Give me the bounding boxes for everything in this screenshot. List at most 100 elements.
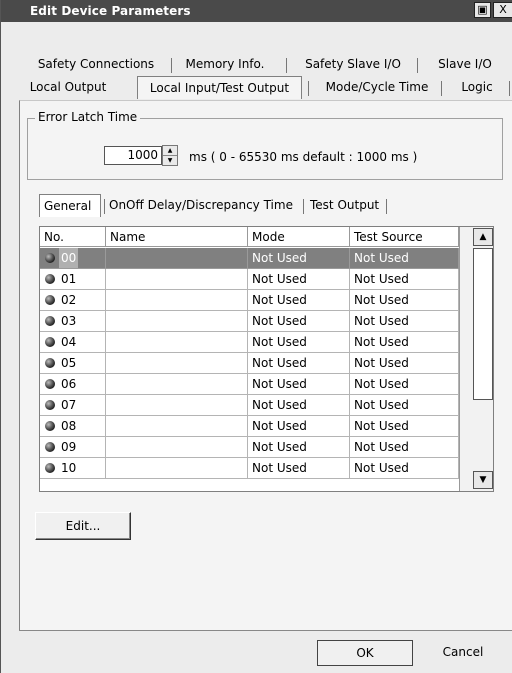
table-row[interactable]: 05 Not Used Not Used — [40, 353, 460, 374]
subtab-general[interactable]: General — [39, 194, 101, 217]
close-button[interactable]: X — [493, 2, 512, 18]
status-dot-icon — [45, 400, 55, 410]
row-number: 03 — [61, 314, 77, 328]
tab-memory-info[interactable]: Memory Info. — [177, 55, 273, 75]
tab-mode-cycle-time[interactable]: Mode/Cycle Time — [315, 78, 439, 98]
cell-test-source: Not Used — [350, 332, 459, 353]
cell-no: 03 — [40, 311, 106, 332]
cell-no: 09 — [40, 437, 106, 458]
spin-down-icon[interactable]: ▼ — [163, 155, 177, 165]
title-bar[interactable]: Edit Device Parameters ▣ X — [1, 0, 512, 22]
edit-button[interactable]: Edit... — [35, 512, 131, 540]
cell-test-source: Not Used — [350, 269, 459, 290]
status-dot-icon — [45, 316, 55, 326]
cell-mode: Not Used — [248, 374, 350, 395]
cell-test-source: Not Used — [350, 248, 459, 269]
cell-no: 00 — [40, 248, 106, 269]
tab-logic[interactable]: Logic — [449, 78, 505, 98]
tab-separator — [286, 58, 287, 73]
table-row[interactable]: 06 Not Used Not Used — [40, 374, 460, 395]
row-number: 01 — [61, 272, 77, 286]
window-title: Edit Device Parameters — [30, 4, 191, 18]
cell-no: 05 — [40, 353, 106, 374]
column-header-mode[interactable]: Mode — [248, 227, 350, 247]
cell-no: 01 — [40, 269, 106, 290]
error-latch-time-input[interactable]: 1000 — [104, 146, 162, 165]
error-latch-range-text: ms ( 0 - 65530 ms default : 1000 ms ) — [189, 150, 418, 164]
table-row[interactable]: 01 Not Used Not Used — [40, 269, 460, 290]
vertical-scrollbar[interactable]: ▲ ▼ — [459, 227, 493, 491]
cell-name — [106, 290, 248, 311]
cell-mode: Not Used — [248, 332, 350, 353]
row-number: 10 — [61, 461, 77, 475]
tab-separator — [417, 58, 418, 73]
cell-test-source: Not Used — [350, 437, 459, 458]
tab-local-input-test-output[interactable]: Local Input/Test Output — [137, 76, 302, 99]
ok-button[interactable]: OK — [317, 640, 413, 666]
cell-test-source: Not Used — [350, 311, 459, 332]
error-latch-spinner[interactable]: ▲ ▼ — [162, 145, 178, 166]
restore-icon: ▣ — [477, 3, 488, 16]
status-dot-icon — [45, 421, 55, 431]
tab-row-1: Safety Connections Memory Info. Safety S… — [1, 55, 512, 76]
table-row[interactable]: 03 Not Used Not Used — [40, 311, 460, 332]
status-dot-icon — [45, 337, 55, 347]
spin-up-icon[interactable]: ▲ — [163, 146, 177, 155]
subtab-row: General OnOff Delay/Discrepancy Time Tes… — [39, 194, 489, 217]
input-list[interactable]: No. Name Mode Test Source 00 Not Used Not … — [39, 226, 494, 492]
cell-no: 02 — [40, 290, 106, 311]
cell-name — [106, 374, 248, 395]
row-number: 07 — [61, 398, 77, 412]
status-dot-icon — [45, 463, 55, 473]
subtab-test-output[interactable]: Test Output — [310, 195, 379, 216]
cell-name — [106, 248, 248, 269]
status-dot-icon — [45, 358, 55, 368]
tab-separator — [509, 81, 510, 96]
cell-mode: Not Used — [248, 395, 350, 416]
cell-mode: Not Used — [248, 290, 350, 311]
tab-separator — [386, 199, 387, 214]
table-row[interactable]: 07 Not Used Not Used — [40, 395, 460, 416]
tab-safety-slave-io[interactable]: Safety Slave I/O — [299, 55, 407, 75]
tab-row-2: Local Output Local Input/Test Output Mod… — [1, 76, 512, 99]
cell-name — [106, 353, 248, 374]
edit-device-parameters-dialog: Edit Device Parameters ▣ X Safety Connec… — [0, 0, 512, 673]
tab-local-output[interactable]: Local Output — [9, 78, 127, 98]
cell-name — [106, 458, 248, 479]
row-number: 04 — [61, 335, 77, 349]
scroll-thumb[interactable] — [473, 248, 493, 400]
bottom-divider — [19, 630, 512, 631]
table-row[interactable]: 10 Not Used Not Used — [40, 458, 460, 479]
cell-no: 08 — [40, 416, 106, 437]
subtab-onoff-delay[interactable]: OnOff Delay/Discrepancy Time — [109, 195, 293, 216]
tab-safety-connections[interactable]: Safety Connections — [26, 55, 166, 75]
error-latch-label: Error Latch Time — [35, 110, 141, 124]
close-icon: X — [499, 3, 507, 16]
scroll-down-arrow-icon[interactable]: ▼ — [473, 471, 493, 489]
table-row[interactable]: 02 Not Used Not Used — [40, 290, 460, 311]
cell-test-source: Not Used — [350, 353, 459, 374]
status-dot-icon — [45, 274, 55, 284]
scroll-up-arrow-icon[interactable]: ▲ — [473, 228, 493, 246]
cell-no: 06 — [40, 374, 106, 395]
table-row[interactable]: 04 Not Used Not Used — [40, 332, 460, 353]
column-header-no[interactable]: No. — [40, 227, 106, 247]
cell-no: 07 — [40, 395, 106, 416]
error-latch-group — [27, 118, 503, 180]
cell-test-source: Not Used — [350, 458, 459, 479]
status-dot-icon — [45, 295, 55, 305]
tab-separator — [171, 58, 172, 73]
cell-test-source: Not Used — [350, 374, 459, 395]
cell-test-source: Not Used — [350, 395, 459, 416]
tab-slave-io[interactable]: Slave I/O — [433, 55, 497, 75]
table-row[interactable]: 00 Not Used Not Used — [40, 248, 460, 269]
restore-button[interactable]: ▣ — [474, 2, 491, 18]
cell-no: 04 — [40, 332, 106, 353]
column-header-test-source[interactable]: Test Source — [350, 227, 459, 247]
cell-mode: Not Used — [248, 353, 350, 374]
cell-test-source: Not Used — [350, 416, 459, 437]
table-row[interactable]: 09 Not Used Not Used — [40, 437, 460, 458]
cancel-button[interactable]: Cancel — [415, 640, 511, 666]
table-row[interactable]: 08 Not Used Not Used — [40, 416, 460, 437]
column-header-name[interactable]: Name — [106, 227, 248, 247]
